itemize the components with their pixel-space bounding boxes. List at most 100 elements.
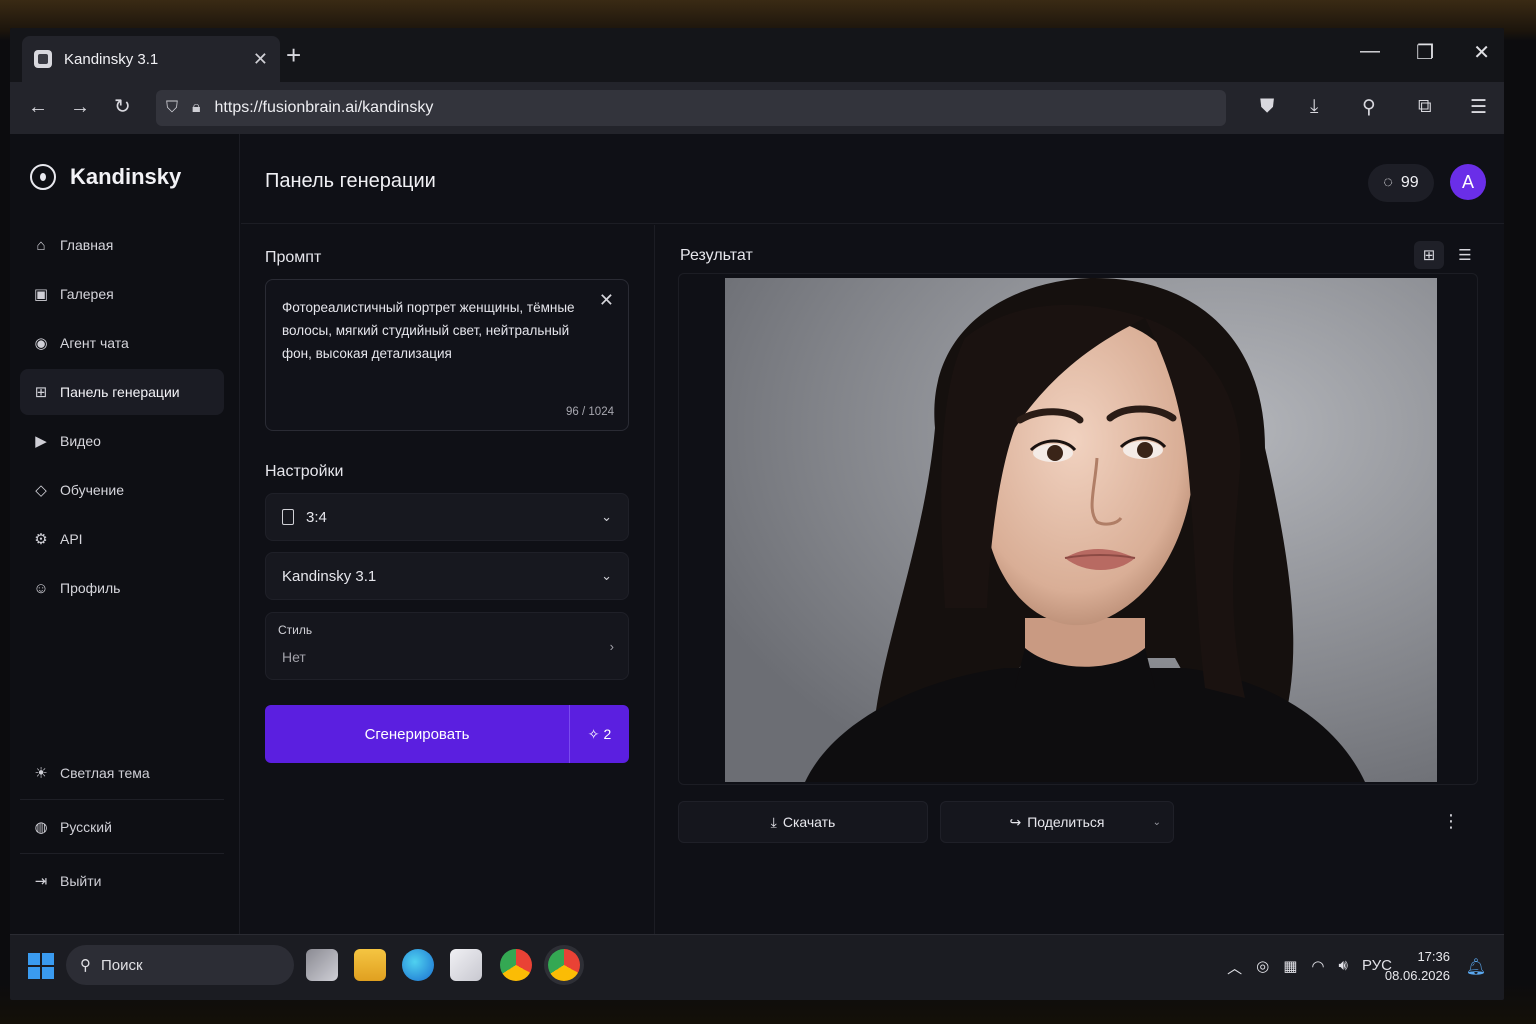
- profile-icon: ☺: [33, 579, 49, 597]
- accessibility-icon[interactable]: ⚲: [1362, 96, 1376, 119]
- shield-icon[interactable]: ⛉: [166, 99, 178, 117]
- generate-button[interactable]: Сгенерировать ✧ 2: [265, 705, 629, 763]
- learning-icon: ◇: [35, 482, 47, 499]
- model-select[interactable]: Kandinsky 3.1 ⌄: [265, 552, 629, 600]
- clear-prompt-icon[interactable]: ✕: [599, 290, 614, 311]
- portrait-illustration: [725, 278, 1437, 782]
- windows-start-icon[interactable]: [28, 953, 54, 979]
- gallery-icon: ▣: [33, 286, 49, 303]
- pocket-icon[interactable]: ⛊: [1260, 96, 1274, 118]
- generated-portrait-image[interactable]: [725, 278, 1437, 782]
- menu-icon[interactable]: ☰: [1470, 96, 1487, 119]
- style-select[interactable]: Стиль Нет ›: [265, 612, 629, 680]
- list-view-icon[interactable]: ☰: [1450, 241, 1480, 269]
- chevron-down-icon: ⌄: [601, 509, 612, 524]
- store-icon[interactable]: [450, 949, 482, 981]
- style-label: Стиль: [278, 623, 313, 637]
- video-icon: ▶: [35, 433, 47, 450]
- sidebar-nav: ⌂ Главная ▣ Галерея ◉ Агент чата ⊞ Панел…: [20, 222, 224, 614]
- clock[interactable]: 17:36 08.06.2026: [1385, 947, 1450, 985]
- chrome-icon[interactable]: [500, 949, 532, 981]
- back-icon[interactable]: ←: [28, 96, 48, 118]
- result-panel: Результат ⊞ ☰ ⤓ Скачать ↪ Поделиться ⌄ ⋮: [656, 225, 1504, 934]
- prompt-text[interactable]: Фотореалистичный портрет женщины, тёмные…: [282, 296, 592, 365]
- notification-bell-icon[interactable]: 🔔︎: [1466, 957, 1486, 977]
- close-tab-icon[interactable]: ✕: [253, 49, 268, 70]
- favicon-icon: [34, 50, 52, 68]
- sidebar-item-generation-panel[interactable]: ⊞ Панель генерации: [20, 369, 224, 415]
- wifi-icon[interactable]: ◠: [1311, 957, 1324, 978]
- prompt-textarea[interactable]: Фотореалистичный портрет женщины, тёмные…: [265, 279, 629, 431]
- browser-tabstrip: Kandinsky 3.1 ✕ + — ❐ ✕: [10, 28, 1504, 82]
- downloads-icon[interactable]: ⤓: [1310, 96, 1318, 118]
- api-icon: ⚙: [34, 531, 48, 548]
- tab-title: Kandinsky 3.1: [64, 50, 159, 68]
- forward-icon[interactable]: →: [70, 96, 90, 118]
- minimize-icon[interactable]: —: [1360, 40, 1380, 63]
- browser-navbar: ← → ↻ ⛉ 🔒︎ https://fusionbrain.ai/kandin…: [10, 82, 1504, 200]
- aspect-ratio-select[interactable]: 3:4 ⌄: [265, 493, 629, 541]
- share-button[interactable]: ↪ Поделиться ⌄: [940, 801, 1174, 843]
- page-title: Панель генерации: [265, 170, 436, 192]
- extensions-icon[interactable]: ⧉: [1418, 96, 1432, 118]
- sidebar-item-logout[interactable]: ⇥ Выйти: [20, 854, 224, 908]
- sidebar-item-chat-agent[interactable]: ◉ Агент чата: [20, 320, 224, 366]
- sidebar-item-profile[interactable]: ☺ Профиль: [20, 565, 224, 611]
- aspect-ratio-icon: [282, 509, 294, 525]
- volume-icon[interactable]: 🔊︎: [1339, 957, 1348, 978]
- url-text[interactable]: https://fusionbrain.ai/kandinsky: [215, 99, 434, 117]
- restore-icon[interactable]: ❐: [1416, 40, 1434, 65]
- logout-icon: ⇥: [34, 873, 48, 890]
- chevron-right-icon: ›: [609, 639, 614, 654]
- address-bar[interactable]: ⛉ 🔒︎ https://fusionbrain.ai/kandinsky ⊡ …: [156, 90, 1226, 200]
- grid-view-icon[interactable]: ⊞: [1414, 241, 1444, 269]
- generate-count: ✧ 2: [569, 705, 629, 763]
- home-icon: ⌂: [36, 236, 46, 254]
- style-value: Нет: [282, 649, 306, 665]
- window-close-icon[interactable]: ✕: [1473, 40, 1490, 65]
- taskbar: ⚲ Поиск ︿ ◎ ▦ ◠ 🔊︎ РУС 17:36 08.06.2026 …: [10, 934, 1504, 1000]
- kandinsky-logo-icon: [30, 164, 56, 190]
- brand[interactable]: Kandinsky: [30, 164, 181, 190]
- new-tab-icon[interactable]: +: [286, 42, 301, 68]
- browser-tab[interactable]: Kandinsky 3.1 ✕: [22, 36, 280, 82]
- share-icon: ↪: [1009, 813, 1022, 830]
- lock-icon[interactable]: 🔒︎: [192, 99, 201, 117]
- task-view-icon[interactable]: [306, 949, 338, 981]
- search-icon: ⚲: [80, 957, 91, 974]
- screen: Kandinsky 3.1 ✕ + — ❐ ✕ ← → ↻ ⛉ 🔒︎ https…: [10, 28, 1504, 1000]
- prompt-label: Промпт: [265, 249, 322, 266]
- sidebar-item-home[interactable]: ⌂ Главная: [20, 222, 224, 268]
- tray-app-icon[interactable]: ◎: [1256, 957, 1269, 978]
- sidebar-item-video[interactable]: ▶ Видео: [20, 418, 224, 464]
- active-browser-icon[interactable]: [548, 949, 580, 981]
- chevron-down-icon[interactable]: ⌄: [1153, 817, 1161, 828]
- sidebar-item-api[interactable]: ⚙ API: [20, 516, 224, 562]
- system-tray: ︿ ◎ ▦ ◠ 🔊︎ РУС: [1227, 957, 1392, 978]
- file-explorer-icon[interactable]: [354, 949, 386, 981]
- credits-badge[interactable]: ◌ 99: [1368, 164, 1434, 202]
- page-header: Панель генерации ◌ 99 A: [241, 134, 1504, 224]
- sidebar-item-light-theme[interactable]: ☀ Светлая тема: [20, 746, 224, 800]
- avatar[interactable]: A: [1450, 164, 1486, 200]
- result-label: Результат: [680, 247, 753, 264]
- sparkle-icon: ✧: [587, 725, 600, 742]
- sidebar: Kandinsky ⌂ Главная ▣ Галерея ◉ Агент ча…: [10, 134, 240, 934]
- brand-name: Kandinsky: [70, 164, 182, 189]
- tray-chevron-icon[interactable]: ︿: [1227, 957, 1242, 978]
- globe-icon: ◍: [34, 818, 48, 836]
- sidebar-bottom: ☀ Светлая тема ◍ Русский ⇥ Выйти: [20, 746, 224, 908]
- sidebar-item-language[interactable]: ◍ Русский: [20, 800, 224, 854]
- more-options-icon[interactable]: ⋮: [1442, 811, 1460, 832]
- result-image-frame: [678, 273, 1478, 785]
- edge-browser-icon[interactable]: [402, 949, 434, 981]
- generate-label: Сгенерировать: [364, 725, 470, 743]
- chat-agent-icon: ◉: [34, 335, 48, 352]
- sidebar-item-gallery[interactable]: ▣ Галерея: [20, 271, 224, 317]
- generation-form: Промпт Фотореалистичный портрет женщины,…: [241, 225, 655, 934]
- network-icon[interactable]: ▦: [1283, 957, 1297, 978]
- reload-icon[interactable]: ↻: [114, 96, 131, 118]
- taskbar-search[interactable]: ⚲ Поиск: [66, 945, 294, 985]
- sidebar-item-learning[interactable]: ◇ Обучение: [20, 467, 224, 513]
- download-button[interactable]: ⤓ Скачать: [678, 801, 928, 843]
